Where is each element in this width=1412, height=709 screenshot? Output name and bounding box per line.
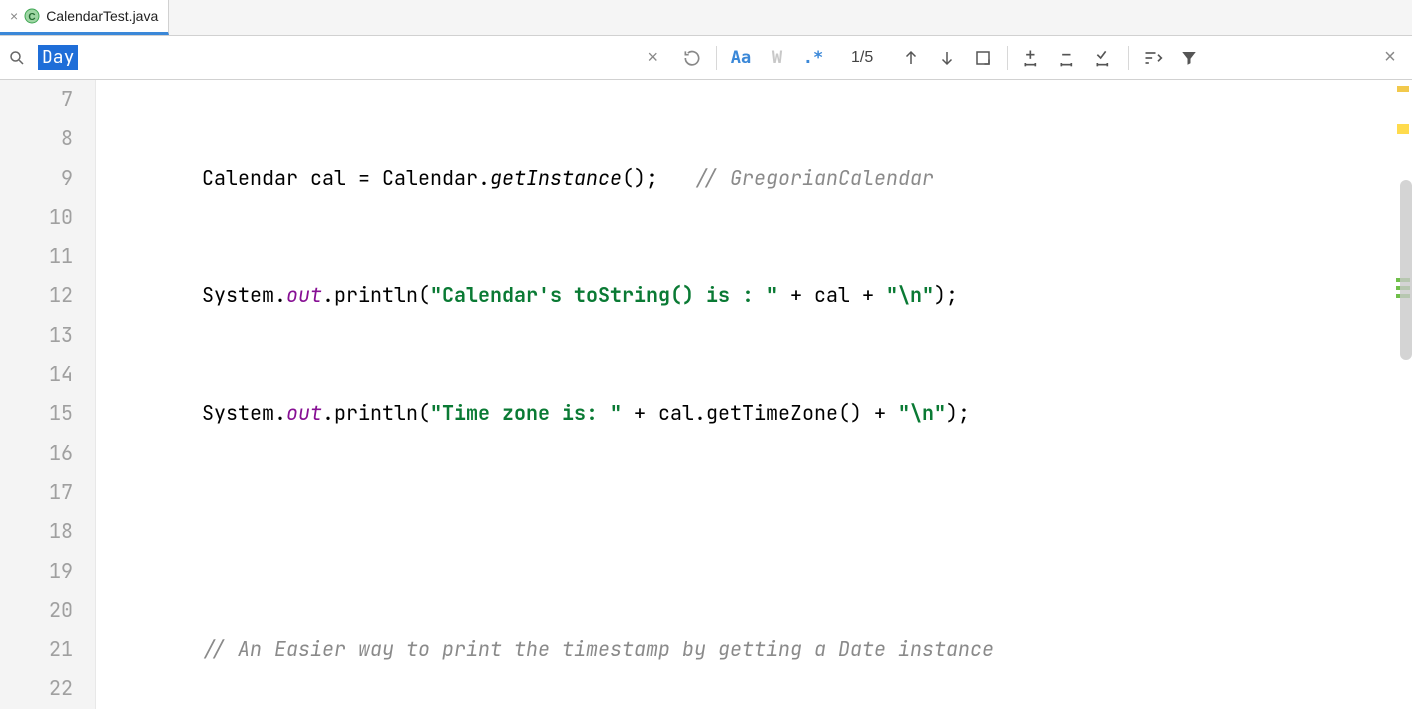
java-class-icon: C [24, 8, 40, 24]
filter-lines-button[interactable] [1137, 42, 1169, 74]
code-line [96, 512, 1412, 551]
next-match-button[interactable] [931, 42, 963, 74]
close-icon[interactable]: × [10, 8, 18, 24]
line-number: 11 [0, 237, 73, 276]
line-number: 16 [0, 434, 73, 473]
select-all-matches-button[interactable] [967, 42, 999, 74]
line-number: 13 [0, 316, 73, 355]
code-area[interactable]: Calendar cal = Calendar.getInstance(); /… [96, 80, 1412, 709]
whole-word-toggle[interactable]: W [761, 42, 793, 74]
search-input[interactable]: Day × [32, 42, 672, 74]
line-number: 8 [0, 119, 73, 158]
regex-toggle[interactable]: .* [797, 42, 829, 74]
add-selection-button[interactable] [1016, 42, 1048, 74]
clear-search-icon[interactable]: × [639, 47, 666, 68]
overview-ruler[interactable] [1394, 80, 1412, 709]
line-number: 7 [0, 80, 73, 119]
separator [1007, 46, 1008, 70]
code-line: System.out.println("Time zone is: " + ca… [96, 394, 1412, 433]
editor-tab-bar: × C CalendarTest.java [0, 0, 1412, 36]
separator [716, 46, 717, 70]
select-all-occurrences-button[interactable] [1088, 42, 1120, 74]
close-find-bar-button[interactable]: × [1374, 42, 1406, 74]
search-query-text: Day [38, 45, 78, 70]
remove-selection-button[interactable] [1052, 42, 1084, 74]
find-toolbar: Day × Aa W .* 1/5 × [0, 36, 1412, 80]
prev-match-button[interactable] [895, 42, 927, 74]
code-line: // An Easier way to print the timestamp … [96, 630, 1412, 669]
vertical-scrollbar[interactable] [1400, 180, 1412, 360]
separator [1128, 46, 1129, 70]
line-number: 14 [0, 355, 73, 394]
info-marker[interactable] [1397, 124, 1409, 134]
warning-marker[interactable] [1397, 86, 1409, 92]
line-number: 18 [0, 512, 73, 551]
line-number: 19 [0, 552, 73, 591]
filter-icon[interactable] [1173, 42, 1205, 74]
history-icon[interactable] [676, 42, 708, 74]
line-number: 15 [0, 394, 73, 433]
editor-tab-calendartest[interactable]: × C CalendarTest.java [0, 0, 169, 35]
svg-text:C: C [29, 12, 36, 23]
line-number: 10 [0, 198, 73, 237]
line-number: 9 [0, 159, 73, 198]
code-editor[interactable]: 78910111213141516171819202122 Calendar c… [0, 80, 1412, 709]
line-number: 22 [0, 669, 73, 708]
line-number: 21 [0, 630, 73, 669]
line-gutter: 78910111213141516171819202122 [0, 80, 96, 709]
match-case-toggle[interactable]: Aa [725, 42, 757, 74]
search-icon[interactable] [6, 47, 28, 69]
tab-label: CalendarTest.java [46, 8, 158, 24]
code-line: Calendar cal = Calendar.getInstance(); /… [96, 159, 1412, 198]
line-number: 20 [0, 591, 73, 630]
code-line: System.out.println("Calendar's toString(… [96, 276, 1412, 315]
line-number: 17 [0, 473, 73, 512]
line-number: 12 [0, 276, 73, 315]
match-count: 1/5 [833, 49, 891, 67]
